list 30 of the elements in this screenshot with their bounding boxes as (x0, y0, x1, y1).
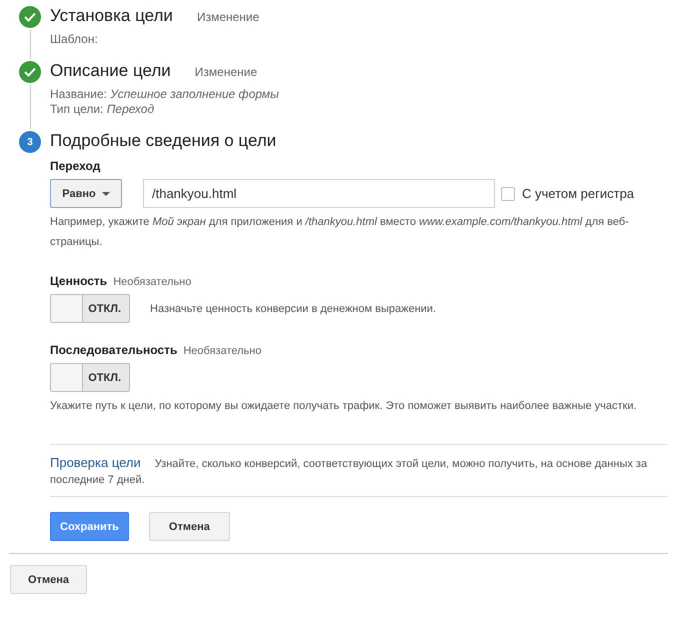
check-icon (19, 6, 41, 28)
match-dropdown[interactable]: Равно (50, 179, 122, 208)
optional-label: Необязательно (113, 276, 192, 288)
check-icon (19, 61, 41, 83)
toggle-switch[interactable]: ОТКЛ. (50, 294, 130, 323)
checkbox-label: С учетом регистра (522, 186, 634, 201)
field-label: Последовательность (50, 343, 178, 357)
cancel-button[interactable]: Отмена (10, 565, 87, 594)
field-label: Переход (50, 159, 100, 173)
toggle-switch[interactable]: ОТКЛ. (50, 363, 130, 392)
optional-label: Необязательно (183, 345, 262, 357)
step-detail: Шаблон: (50, 32, 99, 47)
edit-link[interactable]: Изменение (196, 10, 260, 24)
step-title: Установка цели (50, 6, 173, 26)
step-title: Описание цели (50, 61, 171, 81)
verify-link[interactable]: Проверка цели (50, 455, 141, 470)
hint-text: Например, укажите Мой экран для приложения и /thankyou.html вместо www.example.com/thankyou.html для веб-страницы. (50, 215, 630, 250)
url-field[interactable]: /thankyou.html (143, 179, 495, 208)
edit-link[interactable]: Изменение (194, 65, 258, 79)
description-text: Укажите путь к цели, по которому вы ожидаете получать трафик. Это поможет выявить наиболее важные участки. (50, 399, 638, 414)
verify-text: Проверка цели Узнайте, сколько конверсий, соответствующих этой цели, можно получить, на основе данных за последние 7 дней. (50, 454, 648, 488)
caret-icon (102, 192, 110, 196)
cancel-button[interactable]: Отмена (148, 512, 230, 541)
description-text: Назначьте ценность конверсии в денежном выражении. (150, 302, 436, 314)
step-title: Подробные сведения о цели (50, 131, 276, 151)
checkbox[interactable] (501, 186, 515, 200)
step-detail: Тип цели: Переход (50, 102, 156, 117)
step-detail: Название: Успешное заполнение формы (50, 87, 280, 102)
field-label: Ценность (50, 274, 108, 288)
step-number: 3 (19, 131, 41, 153)
